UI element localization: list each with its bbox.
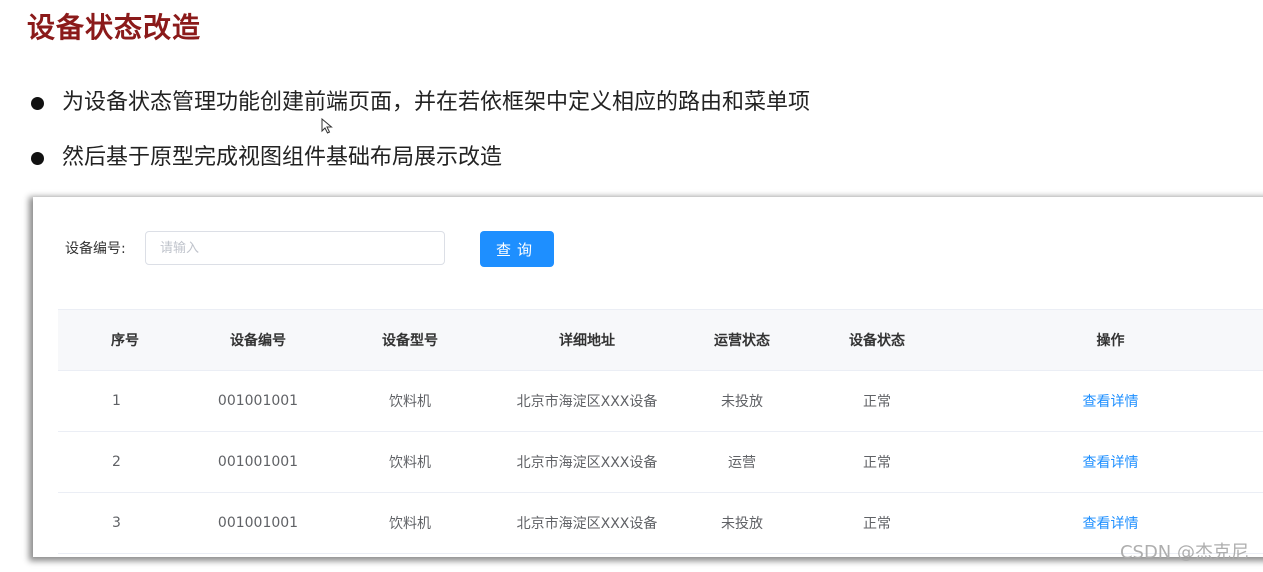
- view-details-link[interactable]: 查看详情: [1083, 394, 1139, 410]
- bullet-text: 为设备状态管理功能创建前端页面，并在若依框架中定义相应的路由和菜单项: [62, 90, 811, 115]
- query-button[interactable]: 查询: [480, 231, 554, 267]
- column-header-address: 详细地址: [496, 309, 678, 371]
- bullet-item: 为设备状态管理功能创建前端页面，并在若依框架中定义相应的路由和菜单项: [30, 86, 810, 120]
- column-header-actions: 操作: [948, 309, 1263, 371]
- table-row: 3 001001001 饮料机 北京市海淀区XXX设备 未投放 正常 查看详情: [58, 492, 1263, 554]
- cell-index: 2: [58, 431, 192, 493]
- slide-title: 设备状态改造: [27, 11, 202, 44]
- cell-actions: 查看详情: [948, 370, 1263, 432]
- column-header-device-status: 设备状态: [806, 309, 948, 371]
- cell-device-status: 正常: [806, 370, 948, 432]
- cell-device-model: 饮料机: [324, 492, 496, 554]
- table-row: 2 001001001 饮料机 北京市海淀区XXX设备 运营 正常 查看详情: [58, 431, 1263, 493]
- column-header-operation-status: 运营状态: [678, 309, 806, 371]
- cell-device-status: 正常: [806, 431, 948, 493]
- column-header-device-number: 设备编号: [192, 309, 324, 371]
- watermark: CSDN @杰克尼: [1119, 542, 1249, 563]
- cell-index: 3: [58, 492, 192, 554]
- cell-operation-status: 未投放: [678, 370, 806, 432]
- bullet-text: 然后基于原型完成视图组件基础布局展示改造: [62, 145, 503, 170]
- table-row: 1 001001001 饮料机 北京市海淀区XXX设备 未投放 正常 查看详情: [58, 370, 1263, 432]
- cell-index: 1: [58, 370, 192, 432]
- column-header-index: 序号: [58, 309, 192, 371]
- cell-address: 北京市海淀区XXX设备: [496, 431, 678, 493]
- table-header-row: 序号 设备编号 设备型号 详细地址 运营状态 设备状态 操作: [58, 309, 1263, 371]
- cell-actions: 查看详情: [948, 431, 1263, 493]
- view-details-link[interactable]: 查看详情: [1083, 455, 1139, 471]
- bullet-list: 为设备状态管理功能创建前端页面，并在若依框架中定义相应的路由和菜单项 然后基于原…: [30, 86, 810, 196]
- cell-device-model: 饮料机: [324, 370, 496, 432]
- cell-operation-status: 运营: [678, 431, 806, 493]
- cell-device-number: 001001001: [192, 431, 324, 493]
- device-number-label: 设备编号:: [65, 241, 126, 257]
- cell-device-status: 正常: [806, 492, 948, 554]
- cell-operation-status: 未投放: [678, 492, 806, 554]
- mouse-pointer-icon: [321, 118, 333, 134]
- app-screenshot-panel: 设备编号: 查询 序号 设备编号 设备型号 详细地址 运营状态 设备状态 操作 …: [33, 197, 1263, 557]
- cell-device-number: 001001001: [192, 370, 324, 432]
- view-details-link[interactable]: 查看详情: [1083, 516, 1139, 532]
- bullet-dot-icon: [31, 97, 44, 110]
- bullet-item: 然后基于原型完成视图组件基础布局展示改造: [30, 141, 810, 175]
- cell-device-number: 001001001: [192, 492, 324, 554]
- cell-device-model: 饮料机: [324, 431, 496, 493]
- device-number-input[interactable]: [145, 231, 445, 265]
- column-header-device-model: 设备型号: [324, 309, 496, 371]
- device-table: 序号 设备编号 设备型号 详细地址 运营状态 设备状态 操作 1 0010010…: [58, 309, 1263, 554]
- cell-address: 北京市海淀区XXX设备: [496, 370, 678, 432]
- cell-address: 北京市海淀区XXX设备: [496, 492, 678, 554]
- bullet-dot-icon: [31, 152, 44, 165]
